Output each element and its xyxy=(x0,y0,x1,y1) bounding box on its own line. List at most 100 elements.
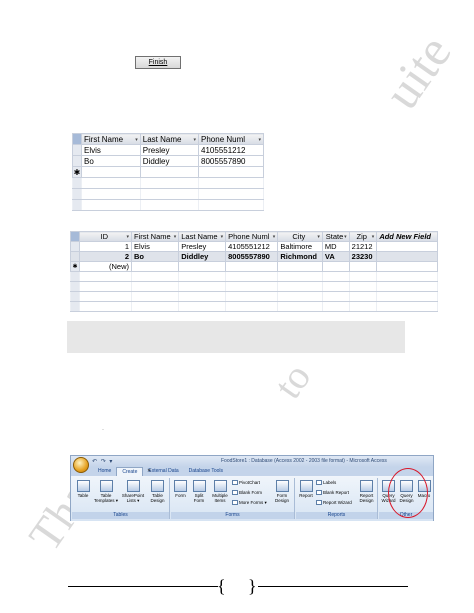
watermark-text-top: uite xyxy=(372,25,462,119)
table-templates-icon xyxy=(99,480,113,492)
column-header-id[interactable]: ID ▾ xyxy=(79,231,132,242)
cell[interactable] xyxy=(376,241,438,252)
dropdown-arrow-icon[interactable]: ▾ xyxy=(273,234,276,240)
cell[interactable]: 2 xyxy=(79,251,132,262)
sharepoint-lists-button[interactable]: SharePoint Lists ▾ xyxy=(120,480,146,503)
finish-button[interactable]: Finish xyxy=(135,56,181,69)
dropdown-arrow-icon[interactable]: ▾ xyxy=(344,234,347,240)
column-header-phone[interactable]: Phone Numl ▾ xyxy=(198,133,264,145)
row-selector[interactable] xyxy=(72,155,82,167)
new-record-icon[interactable]: ✱ xyxy=(72,166,82,178)
cell[interactable]: 23230 xyxy=(348,251,378,262)
row-selector[interactable] xyxy=(70,251,80,262)
cell[interactable] xyxy=(225,261,279,272)
column-header-first-name[interactable]: First Name ▾ xyxy=(81,133,141,145)
more-forms-icon xyxy=(232,500,238,506)
row-selector[interactable] xyxy=(70,241,80,252)
cell[interactable]: (New) xyxy=(79,261,132,272)
group-forms: Form Split Form Multiple Items PivotChar… xyxy=(171,478,295,519)
dropdown-arrow-icon[interactable]: ▾ xyxy=(174,234,177,240)
more-forms-button[interactable]: More Forms ▾ xyxy=(232,500,267,506)
dropdown-arrow-icon[interactable]: ▾ xyxy=(317,234,320,240)
blank-report-button[interactable]: Blank Report xyxy=(316,490,349,496)
dropdown-arrow-icon[interactable]: ▾ xyxy=(126,234,129,240)
row-selector xyxy=(72,177,82,189)
cell[interactable] xyxy=(198,166,264,178)
report-wizard-icon xyxy=(316,500,322,506)
highlight-circle xyxy=(388,468,428,518)
table-row-current: 2 Bo Diddley 8005557890 Richmond VA 2323… xyxy=(70,251,438,262)
cell[interactable] xyxy=(139,166,200,178)
labels-button[interactable]: Labels xyxy=(316,480,336,486)
empty-row xyxy=(70,271,438,282)
split-form-icon xyxy=(192,480,206,492)
ribbon-body: Table Table Templates ▾ SharePoint Lists… xyxy=(71,476,433,521)
cell[interactable]: Presley xyxy=(178,241,227,252)
cell[interactable]: 1 xyxy=(79,241,132,252)
report-wizard-button[interactable]: Report Wizard xyxy=(316,500,352,506)
add-new-field-header[interactable]: Add New Field xyxy=(376,231,438,242)
tab-create[interactable]: Create xyxy=(116,467,144,476)
cell[interactable] xyxy=(130,261,180,272)
empty-row xyxy=(70,281,438,292)
cell[interactable] xyxy=(178,261,227,272)
dropdown-arrow-icon[interactable]: ▾ xyxy=(135,137,138,143)
cell[interactable]: Elvis xyxy=(81,144,141,156)
column-header-state[interactable]: State ▾ xyxy=(321,231,350,242)
dropdown-arrow-icon[interactable]: ▾ xyxy=(221,234,224,240)
cell[interactable]: Baltimore xyxy=(277,241,323,252)
cell[interactable]: 4105551212 xyxy=(225,241,279,252)
report-design-button[interactable]: Report Design xyxy=(356,480,377,503)
cell[interactable]: Bo xyxy=(130,251,180,262)
cell[interactable]: Diddley xyxy=(178,251,227,262)
cell[interactable]: 8005557890 xyxy=(198,155,264,167)
dropdown-arrow-icon[interactable]: ▾ xyxy=(258,137,261,143)
cell[interactable] xyxy=(321,261,350,272)
cell[interactable] xyxy=(376,251,438,262)
form-design-button[interactable]: Form Design xyxy=(271,480,293,503)
multiple-items-icon xyxy=(213,480,227,492)
cell[interactable] xyxy=(277,261,323,272)
cell[interactable]: MD xyxy=(321,241,350,252)
tab-home[interactable]: Home xyxy=(93,467,116,476)
office-button-icon[interactable] xyxy=(73,457,89,473)
column-header-last-name[interactable]: Last Name ▾ xyxy=(139,133,200,145)
cell[interactable]: Richmond xyxy=(277,251,323,262)
cell[interactable] xyxy=(376,261,438,272)
cell[interactable]: Diddley xyxy=(139,155,200,167)
cell[interactable]: VA xyxy=(321,251,350,262)
cell[interactable]: Presley xyxy=(139,144,200,156)
column-header-first-name[interactable]: First Name ▾ xyxy=(130,231,180,242)
cell[interactable] xyxy=(81,166,141,178)
cell[interactable] xyxy=(348,261,378,272)
cell[interactable]: 4105551212 xyxy=(198,144,264,156)
cell[interactable]: 8005557890 xyxy=(225,251,279,262)
cell[interactable]: 21212 xyxy=(348,241,378,252)
cell[interactable]: Elvis xyxy=(130,241,180,252)
select-all-cell[interactable] xyxy=(70,231,80,242)
quick-access-toolbar[interactable]: ↶ ↷ ▾ xyxy=(92,458,113,465)
empty-row xyxy=(70,291,438,302)
cell[interactable]: Bo xyxy=(81,155,141,167)
table-templates-button[interactable]: Table Templates ▾ xyxy=(93,480,119,503)
table-button[interactable]: Table xyxy=(74,480,92,498)
close-icon[interactable]: ✕ xyxy=(147,468,151,474)
dropdown-arrow-icon[interactable]: ▾ xyxy=(194,137,197,143)
column-header-last-name[interactable]: Last Name ▾ xyxy=(178,231,227,242)
column-header-city[interactable]: City ▾ xyxy=(277,231,323,242)
table-design-button[interactable]: Table Design xyxy=(147,480,168,503)
blank-form-button[interactable]: Blank Form xyxy=(232,490,262,496)
column-header-zip[interactable]: Zip ▾ xyxy=(348,231,378,242)
tab-database-tools[interactable]: Database Tools xyxy=(184,467,228,476)
multiple-items-button[interactable]: Multiple Items xyxy=(209,480,231,503)
row-selector[interactable] xyxy=(72,144,82,156)
report-button[interactable]: Report xyxy=(297,480,315,498)
dropdown-arrow-icon[interactable]: ▾ xyxy=(372,234,375,240)
table-icon xyxy=(76,480,90,492)
column-header-phone[interactable]: Phone Numl ▾ xyxy=(225,231,279,242)
split-form-button[interactable]: Split Form xyxy=(190,480,208,503)
form-button[interactable]: Form xyxy=(172,480,189,498)
select-all-cell[interactable] xyxy=(72,133,82,145)
pivotchart-button[interactable]: PivotChart xyxy=(232,480,260,486)
new-record-icon[interactable]: ✱ xyxy=(70,261,80,272)
